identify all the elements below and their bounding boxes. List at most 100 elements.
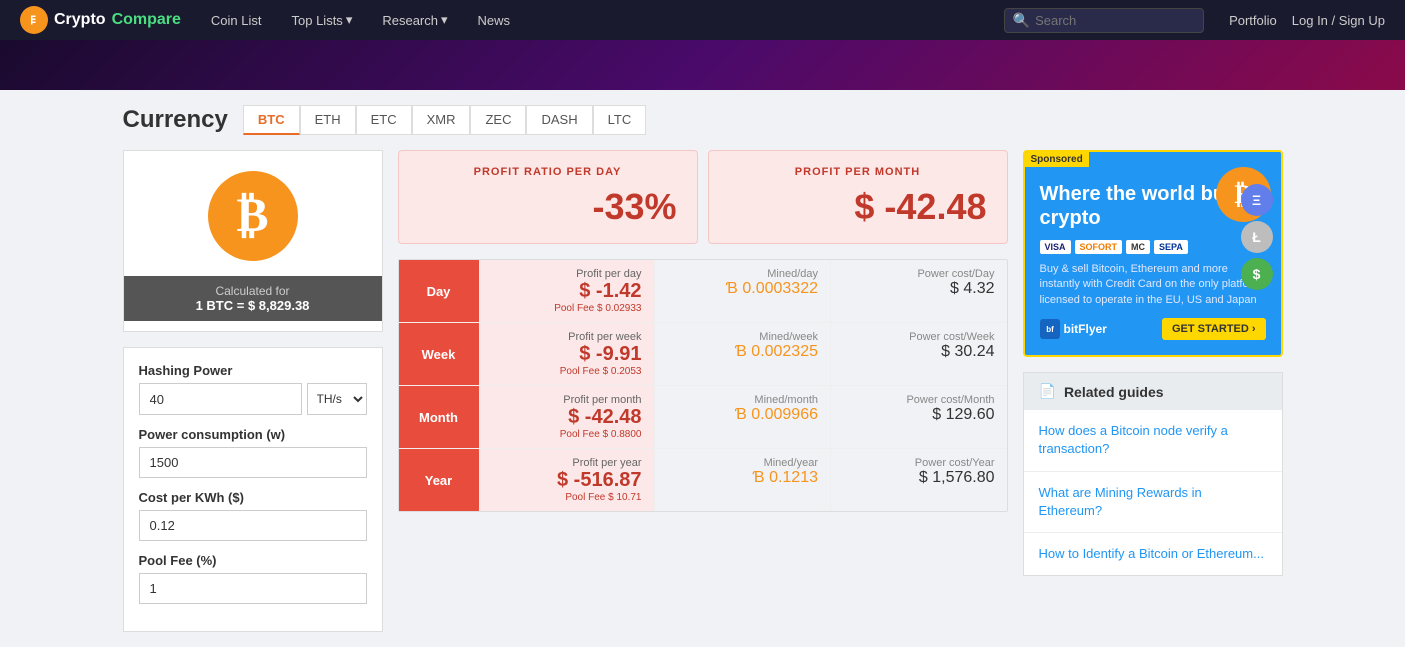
page-header: Currency BTC ETH ETC XMR ZEC DASH LTC — [123, 105, 1283, 135]
guides-header: 📄 Related guides — [1024, 373, 1282, 410]
top-banner — [0, 40, 1405, 90]
profit-cell-week: Profit per week $ -9.91 Pool Fee $ 0.205… — [479, 323, 654, 385]
profit-cell-year: Profit per year $ -516.87 Pool Fee $ 10.… — [479, 449, 654, 511]
usdt-circle: $ — [1241, 258, 1273, 290]
mined-label-day: Mined/day — [667, 268, 819, 280]
pool-fee-group: Pool Fee (%) — [139, 553, 367, 604]
search-icon: 🔍 — [1013, 12, 1030, 29]
pool-fee-day: Pool Fee $ 0.02933 — [491, 303, 642, 314]
hashing-power-group: Hashing Power TH/s GH/s MH/s — [139, 363, 367, 415]
tab-zec[interactable]: ZEC — [470, 105, 526, 135]
nav-coin-list[interactable]: Coin List — [201, 13, 272, 28]
power-cell-year: Power cost/Year $ 1,576.80 — [830, 449, 1007, 511]
profit-ratio-label: PROFIT RATIO PER DAY — [419, 166, 677, 178]
profit-value-week: $ -9.91 — [491, 343, 642, 366]
mined-cell-month: Mined/month Ɓ 0.009966 — [654, 386, 831, 448]
mining-row-week: Week Profit per week $ -9.91 Pool Fee $ … — [399, 323, 1007, 386]
btc-symbol: ₿ — [236, 192, 268, 240]
cost-kwh-label: Cost per KWh ($) — [139, 490, 367, 505]
top-lists-label: Top Lists — [292, 13, 343, 28]
bitflyer-icon: bf — [1040, 319, 1060, 339]
sponsored-badge: Sponsored — [1025, 152, 1089, 167]
hashing-power-row: TH/s GH/s MH/s — [139, 383, 367, 415]
login-link[interactable]: Log In / Sign Up — [1292, 13, 1385, 28]
profit-label-week: Profit per week — [491, 331, 642, 343]
tab-etc[interactable]: ETC — [356, 105, 412, 135]
profit-value-year: $ -516.87 — [491, 469, 642, 492]
power-label-week: Power cost/Week — [843, 331, 995, 343]
research-label: Research — [382, 13, 438, 28]
guide-item-2[interactable]: What are Mining Rewards in Ethereum? — [1024, 472, 1282, 533]
power-cell-month: Power cost/Month $ 129.60 — [830, 386, 1007, 448]
mining-row-month: Month Profit per month $ -42.48 Pool Fee… — [399, 386, 1007, 449]
mined-label-year: Mined/year — [667, 457, 819, 469]
guide-item-1[interactable]: How does a Bitcoin node verify a transac… — [1024, 410, 1282, 471]
power-value-week: $ 30.24 — [843, 343, 995, 361]
bitflyer-name: bitFlyer — [1064, 322, 1107, 336]
cost-kwh-group: Cost per KWh ($) — [139, 490, 367, 541]
cost-kwh-input[interactable] — [139, 510, 367, 541]
period-day: Day — [399, 260, 479, 322]
related-guides: 📄 Related guides How does a Bitcoin node… — [1023, 372, 1283, 576]
profit-ratio-value: -33% — [419, 186, 677, 228]
mining-row-day: Day Profit per day $ -1.42 Pool Fee $ 0.… — [399, 260, 1007, 323]
brand-logo-area[interactable]: CryptoCompare — [20, 6, 181, 34]
coin-btc-value: 1 BTC = $ 8,829.38 — [134, 298, 372, 313]
nav-news[interactable]: News — [468, 13, 521, 28]
search-input[interactable] — [1035, 13, 1195, 28]
tab-btc[interactable]: BTC — [243, 105, 300, 135]
eth-circle: Ξ — [1241, 184, 1273, 216]
coin-icon: ₿ — [208, 171, 298, 261]
pool-fee-month: Pool Fee $ 0.8800 — [491, 429, 642, 440]
power-consumption-input[interactable] — [139, 447, 367, 478]
guide-item-3[interactable]: How to Identify a Bitcoin or Ethereum... — [1024, 533, 1282, 575]
right-panel: Sponsored ₿ Where the world buys crypto … — [1023, 150, 1283, 632]
document-icon: 📄 — [1039, 383, 1056, 400]
power-value-month: $ 129.60 — [843, 406, 995, 424]
hashing-power-input[interactable] — [139, 383, 302, 415]
power-consumption-group: Power consumption (w) — [139, 427, 367, 478]
mined-value-day: Ɓ 0.0003322 — [667, 280, 819, 298]
page-title: Currency — [123, 106, 228, 134]
ad-description: Buy & sell Bitcoin, Ethereum and more in… — [1040, 262, 1266, 308]
chevron-down-icon-research: ▾ — [441, 12, 448, 28]
brand-icon — [20, 6, 48, 34]
profit-value-month: $ -42.48 — [491, 406, 642, 429]
tab-xmr[interactable]: XMR — [412, 105, 471, 135]
power-label-month: Power cost/Month — [843, 394, 995, 406]
tab-ltc[interactable]: LTC — [593, 105, 647, 135]
coin-calculated: Calculated for 1 BTC = $ 8,829.38 — [124, 276, 382, 321]
profit-summary: PROFIT RATIO PER DAY -33% PROFIT PER MON… — [398, 150, 1008, 244]
tab-dash[interactable]: DASH — [526, 105, 592, 135]
brand-compare-text: Compare — [112, 11, 181, 29]
mined-label-week: Mined/week — [667, 331, 819, 343]
page-container: Currency BTC ETH ETC XMR ZEC DASH LTC ₿ … — [103, 90, 1303, 647]
period-week: Week — [399, 323, 479, 385]
mined-value-month: Ɓ 0.009966 — [667, 406, 819, 424]
sepa-logo: SEPA — [1154, 240, 1188, 254]
ad-footer: bf bitFlyer GET STARTED › — [1040, 318, 1266, 340]
coin-decorations: Ξ Ł $ — [1241, 184, 1273, 290]
profit-month-value: $ -42.48 — [729, 186, 987, 228]
nav-research[interactable]: Research ▾ — [372, 12, 457, 28]
tab-eth[interactable]: ETH — [300, 105, 356, 135]
pool-fee-week: Pool Fee $ 0.2053 — [491, 366, 642, 377]
pool-fee-input[interactable] — [139, 573, 367, 604]
profit-cell-month: Profit per month $ -42.48 Pool Fee $ 0.8… — [479, 386, 654, 448]
chevron-down-icon: ▾ — [346, 12, 353, 28]
center-panel: PROFIT RATIO PER DAY -33% PROFIT PER MON… — [398, 150, 1008, 632]
portfolio-link[interactable]: Portfolio — [1229, 13, 1277, 28]
nav-top-lists[interactable]: Top Lists ▾ — [282, 12, 363, 28]
ltc-circle: Ł — [1241, 221, 1273, 253]
svg-text:bf: bf — [1046, 325, 1054, 334]
mined-cell-year: Mined/year Ɓ 0.1213 — [654, 449, 831, 511]
period-year: Year — [399, 449, 479, 511]
profit-month-card: PROFIT PER MONTH $ -42.48 — [708, 150, 1008, 244]
mined-cell-day: Mined/day Ɓ 0.0003322 — [654, 260, 831, 322]
power-value-day: $ 4.32 — [843, 280, 995, 298]
period-month: Month — [399, 386, 479, 448]
get-started-button[interactable]: GET STARTED › — [1162, 318, 1266, 340]
power-cell-week: Power cost/Week $ 30.24 — [830, 323, 1007, 385]
hashing-unit-select[interactable]: TH/s GH/s MH/s — [307, 383, 367, 415]
calculated-label: Calculated for — [134, 284, 372, 298]
